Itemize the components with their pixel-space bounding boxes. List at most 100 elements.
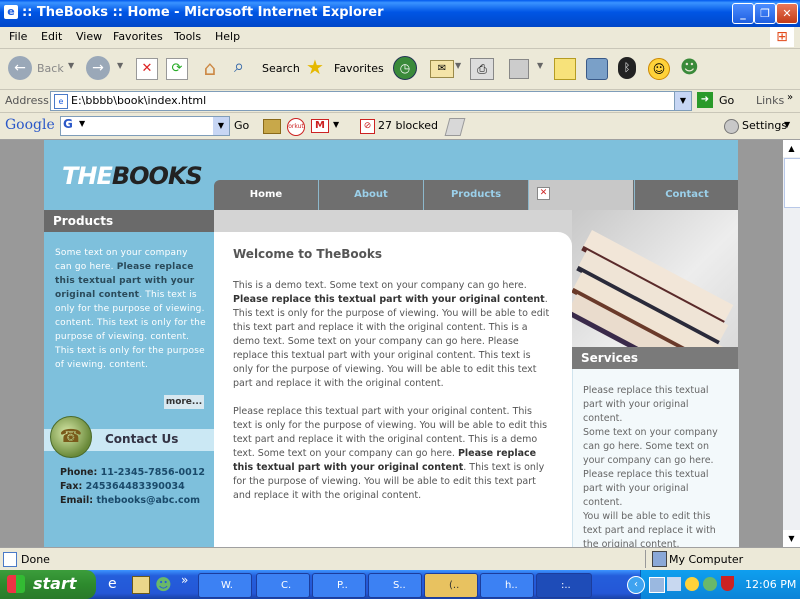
research-icon[interactable] — [586, 58, 608, 80]
quicklaunch-ie-icon[interactable]: e — [108, 576, 126, 594]
google-toolbar: Google G ▼ ▼ Go orkut M ▼ ⊘ 27 blocked S… — [0, 113, 800, 140]
site-logo[interactable]: THEBOOKS — [62, 162, 203, 190]
books-stack-image — [572, 210, 738, 347]
tray-shield-icon[interactable] — [721, 576, 734, 591]
globe-phone-icon: ☎ — [50, 416, 92, 458]
tray-messenger-icon[interactable] — [685, 577, 699, 591]
nav-contact[interactable]: Contact — [634, 180, 739, 210]
nav-about[interactable]: About — [319, 180, 424, 210]
google-logo[interactable]: Google — [5, 117, 55, 133]
fax-label: Fax: — [60, 481, 83, 492]
menu-tools[interactable]: Tools — [174, 30, 201, 43]
task-ie-active[interactable]: :.. — [536, 573, 592, 598]
google-g-dropdown-icon[interactable]: ▼ — [79, 119, 85, 128]
tray-collapse-icon[interactable]: ‹ — [627, 576, 645, 594]
minimize-button[interactable]: _ — [732, 3, 754, 24]
email-value[interactable]: thebooks@abc.com — [96, 495, 200, 506]
ie-icon: e — [4, 5, 18, 19]
mail-icon[interactable]: ✉ — [430, 60, 454, 78]
bluetooth-icon[interactable]: ᛒ — [618, 57, 636, 79]
print-icon[interactable]: ⎙ — [470, 58, 494, 80]
google-search-input[interactable]: G ▼ ▼ — [60, 116, 230, 136]
news-icon[interactable] — [263, 119, 281, 134]
edit-icon[interactable] — [509, 59, 529, 79]
history-icon[interactable]: ◷ — [393, 56, 417, 80]
address-input[interactable]: e E:\bbbb\book\index.html ▼ — [50, 91, 692, 111]
phone-label: Phone: — [60, 467, 98, 478]
google-search-dropdown-icon[interactable]: ▼ — [213, 117, 229, 135]
task-paren[interactable]: (.. — [424, 573, 478, 598]
links-chevron-icon[interactable]: » — [787, 92, 793, 103]
popup-blocker-icon[interactable]: ⊘ — [360, 119, 375, 134]
scroll-down-button[interactable]: ▼ — [783, 530, 800, 547]
close-button[interactable]: ✕ — [776, 3, 798, 24]
back-dropdown-icon[interactable]: ▼ — [68, 61, 74, 70]
task-word[interactable]: W. — [198, 573, 252, 598]
task-s[interactable]: S.. — [368, 573, 422, 598]
messenger-people-icon[interactable]: ☻ — [680, 57, 704, 79]
home-icon[interactable]: ⌂ — [198, 56, 222, 80]
google-go-label[interactable]: Go — [234, 119, 249, 132]
left-column: Products Some text on your company can g… — [44, 210, 214, 547]
quicklaunch-messenger-icon[interactable]: ☻ — [155, 575, 173, 594]
windows-logo-icon: ⊞ — [770, 27, 794, 47]
highlight-icon[interactable] — [444, 118, 466, 136]
task-cmd[interactable]: C. — [256, 573, 310, 598]
address-dropdown-icon[interactable]: ▼ — [674, 92, 691, 110]
maximize-button[interactable]: ❐ — [754, 3, 776, 24]
settings-label[interactable]: Settings — [742, 119, 787, 132]
search-icon[interactable]: ⌕ — [234, 55, 258, 79]
search-label[interactable]: Search — [262, 62, 300, 75]
vertical-scrollbar[interactable]: ▲ ▼ — [783, 140, 800, 547]
menu-help[interactable]: Help — [215, 30, 240, 43]
go-arrow-icon[interactable]: ➜ — [697, 92, 713, 108]
favorites-star-icon[interactable]: ★ — [306, 55, 330, 79]
task-word-label: W. — [221, 580, 233, 591]
logo-books: BOOKS — [111, 162, 203, 190]
task-p[interactable]: P.. — [312, 573, 366, 598]
discuss-icon[interactable] — [554, 58, 576, 80]
back-label[interactable]: Back — [37, 62, 64, 75]
menu-edit[interactable]: Edit — [41, 30, 62, 43]
task-h[interactable]: h.. — [480, 573, 534, 598]
tray-buddy-icon[interactable] — [703, 577, 717, 591]
favorites-label[interactable]: Favorites — [334, 62, 384, 75]
nav-products[interactable]: Products — [424, 180, 529, 210]
back-icon[interactable]: ← — [8, 56, 32, 80]
gmail-dropdown-icon[interactable]: ▼ — [333, 120, 339, 129]
messenger-smiley-icon[interactable]: ☺ — [648, 58, 670, 80]
stop-icon[interactable]: ✕ — [136, 58, 158, 80]
links-label[interactable]: Links — [756, 94, 784, 107]
products-text-rest: . This text is only for the purpose of v… — [55, 290, 206, 370]
menu-file[interactable]: File — [9, 30, 27, 43]
settings-icon[interactable] — [724, 119, 739, 134]
welcome-title: Welcome to TheBooks — [233, 247, 383, 261]
tray-network-icon[interactable] — [649, 577, 665, 593]
popup-blocked-count[interactable]: 27 blocked — [378, 119, 438, 132]
tray-volume-icon[interactable] — [667, 577, 681, 591]
mail-dropdown-icon[interactable]: ▼ — [455, 61, 461, 70]
orkut-icon[interactable]: orkut — [287, 118, 305, 136]
tray-clock[interactable]: 12:06 PM — [745, 578, 796, 591]
go-label[interactable]: Go — [719, 94, 734, 107]
task-p-label: P.. — [337, 580, 348, 591]
more-button[interactable]: more... — [164, 395, 204, 409]
forward-dropdown-icon[interactable]: ▼ — [117, 61, 123, 70]
refresh-icon[interactable]: ⟳ — [166, 58, 188, 80]
site-header: THEBOOKS Home About Products ✕ Contact — [44, 140, 738, 210]
quicklaunch-explorer-icon[interactable] — [132, 576, 150, 594]
task-s-label: S.. — [393, 580, 406, 591]
quicklaunch-chevron-icon[interactable]: » — [181, 573, 188, 587]
scroll-up-button[interactable]: ▲ — [783, 140, 800, 157]
right-column: Services Please replace this textual par… — [572, 210, 739, 547]
scroll-thumb[interactable] — [784, 158, 800, 208]
forward-icon[interactable]: → — [86, 56, 110, 80]
products-text: Some text on your company can go here. P… — [55, 246, 207, 372]
nav-home[interactable]: Home — [214, 180, 319, 210]
start-button[interactable]: start — [0, 570, 96, 599]
settings-dropdown-icon[interactable]: ▼ — [784, 120, 790, 129]
menu-favorites[interactable]: Favorites — [113, 30, 163, 43]
gmail-icon[interactable]: M — [311, 119, 329, 133]
edit-dropdown-icon[interactable]: ▼ — [537, 61, 543, 70]
menu-view[interactable]: View — [76, 30, 102, 43]
